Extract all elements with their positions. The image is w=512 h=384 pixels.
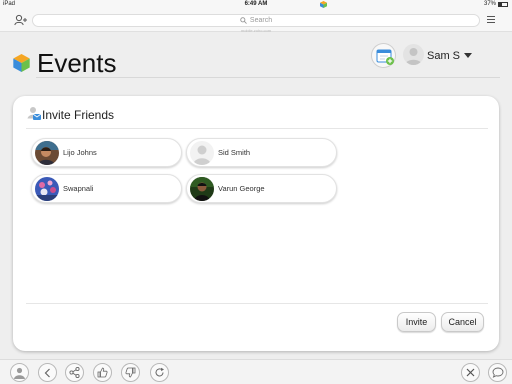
person-placeholder-icon — [193, 145, 211, 165]
person-placeholder-icon — [405, 48, 422, 65]
comment-icon — [492, 367, 503, 378]
card-divider-bottom — [26, 303, 488, 304]
card-title: Invite Friends — [42, 108, 115, 122]
close-icon — [466, 368, 475, 377]
cancel-button[interactable]: Cancel — [441, 312, 484, 332]
back-button[interactable] — [38, 363, 57, 382]
friend-avatar — [35, 141, 59, 165]
browser-bar: Search mobile.zoho.com — [0, 10, 512, 33]
friend-name: Swapnali — [63, 184, 94, 193]
back-icon — [44, 368, 50, 377]
dislike-button[interactable] — [121, 363, 140, 382]
profile-icon — [14, 367, 25, 379]
comment-button[interactable] — [488, 363, 507, 382]
battery-status: 37% — [484, 1, 508, 7]
contacts-icon[interactable] — [14, 14, 28, 26]
user-name[interactable]: Sam S — [427, 50, 460, 62]
page-header: Events Sam S — [0, 32, 512, 92]
invite-friends-icon — [27, 107, 41, 120]
friend-photo — [190, 177, 214, 201]
friend-photo — [35, 177, 59, 201]
refresh-icon — [155, 367, 164, 377]
friend-name: Varun George — [218, 184, 265, 193]
refresh-button[interactable] — [150, 363, 169, 382]
invite-friends-card: Invite Friends Lijo Johns Sid Smith Swap… — [13, 96, 499, 351]
friend-name: Sid Smith — [218, 148, 251, 157]
friend-photo — [35, 141, 59, 165]
bottom-toolbar — [0, 359, 512, 384]
friend-chip-sid-smith[interactable]: Sid Smith — [186, 138, 337, 167]
card-divider-top — [26, 128, 488, 129]
friend-chip-lijo-johns[interactable]: Lijo Johns — [31, 138, 182, 167]
page-title: Events — [37, 48, 117, 78]
friend-chip-varun-george[interactable]: Varun George — [186, 174, 337, 203]
like-icon — [97, 367, 108, 378]
friend-name: Lijo Johns — [63, 148, 97, 157]
calendar-add-icon — [376, 49, 394, 65]
caret-down-icon[interactable] — [464, 53, 472, 58]
share-icon — [69, 367, 80, 378]
search-input[interactable]: Search — [32, 14, 480, 27]
friend-avatar — [190, 141, 214, 165]
search-icon — [240, 17, 247, 24]
user-avatar[interactable] — [403, 44, 424, 65]
battery-percent: 37% — [483, 1, 496, 7]
invite-button[interactable]: Invite — [397, 312, 436, 332]
search-placeholder: Search — [249, 17, 273, 24]
close-button[interactable] — [461, 363, 480, 382]
status-bar: iPad 6:49 AM 37% — [0, 0, 512, 10]
friend-avatar — [35, 177, 59, 201]
dislike-icon — [125, 367, 136, 378]
friend-chip-swapnali[interactable]: Swapnali — [31, 174, 182, 203]
app-logo-cube-icon — [13, 54, 30, 72]
hamburger-menu-icon[interactable] — [487, 16, 495, 23]
battery-icon — [498, 1, 508, 7]
add-event-button[interactable] — [371, 43, 396, 68]
clock: 6:49 AM — [244, 1, 268, 7]
share-button[interactable] — [65, 363, 84, 382]
app-indicator-icon — [320, 1, 327, 8]
header-divider — [36, 77, 500, 78]
profile-button[interactable] — [10, 363, 29, 382]
like-button[interactable] — [93, 363, 112, 382]
friend-avatar — [190, 177, 214, 201]
